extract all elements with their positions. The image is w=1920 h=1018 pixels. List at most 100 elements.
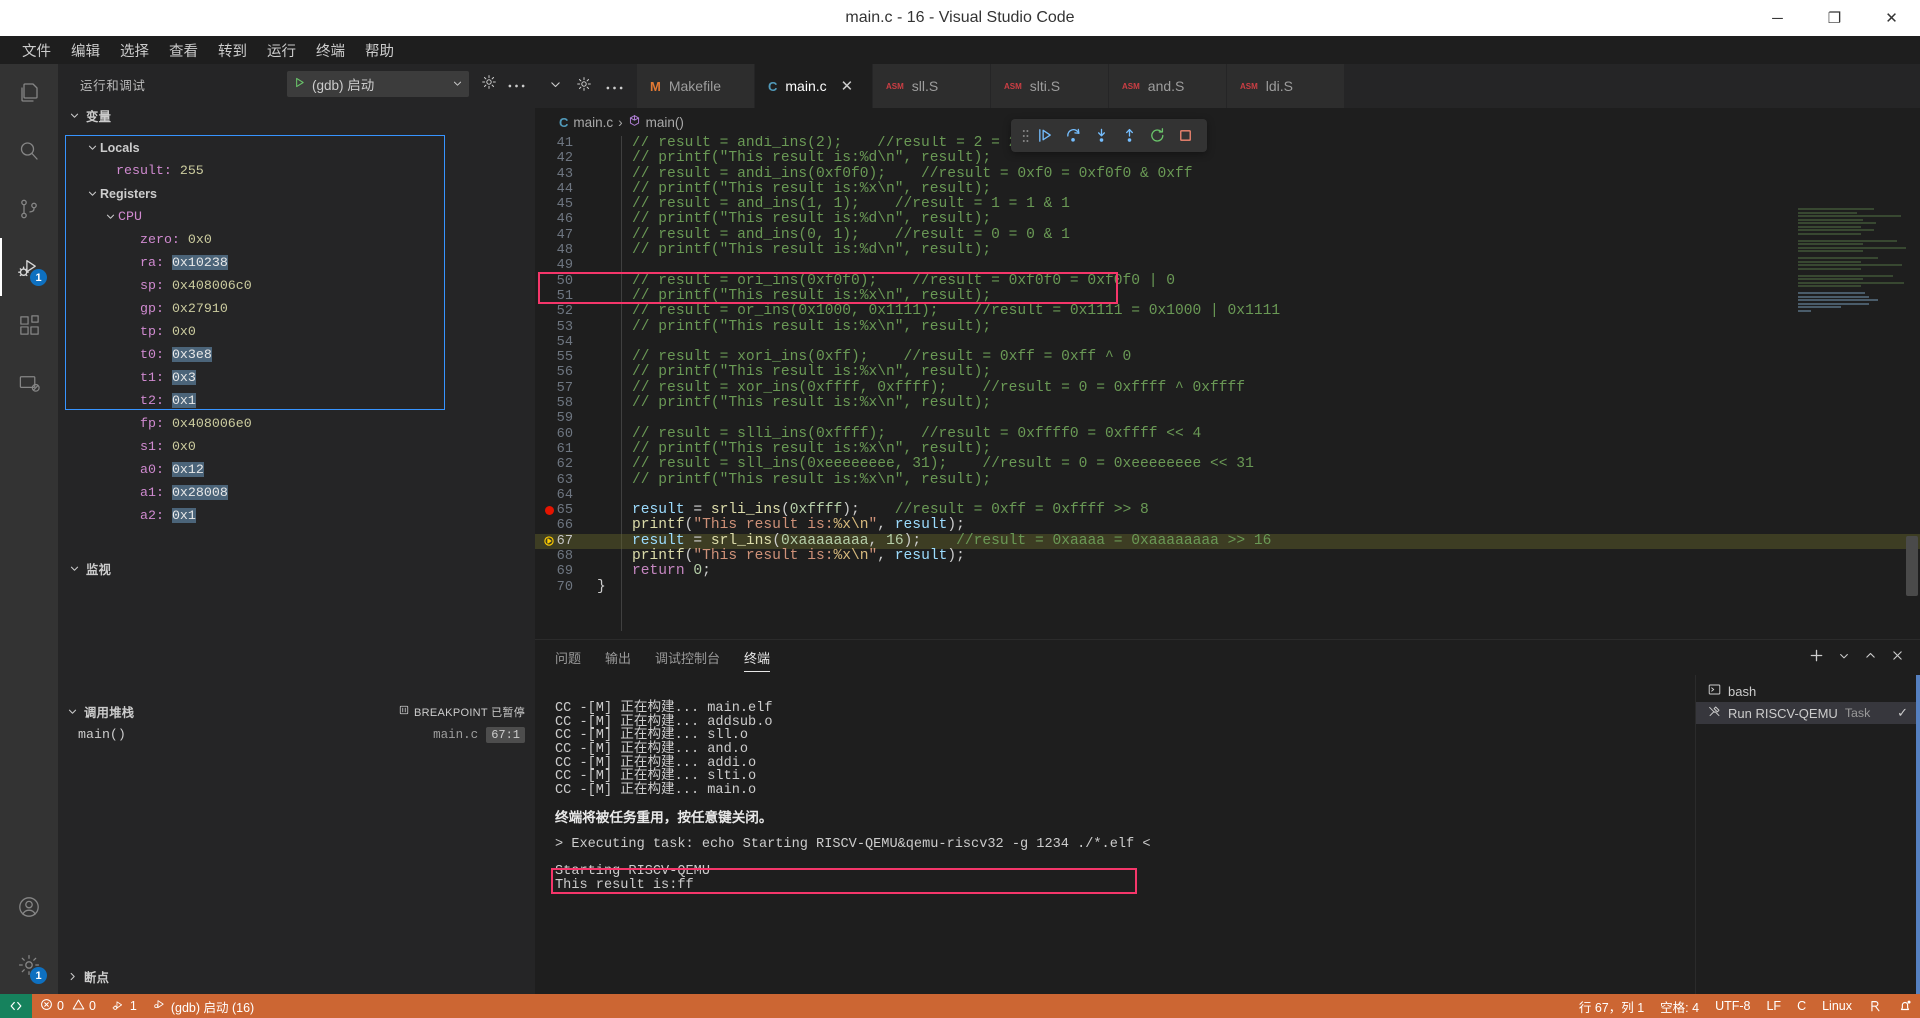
breadcrumb-file[interactable]: main.c bbox=[573, 115, 613, 130]
variable-row-a1[interactable]: a1: 0x28008 bbox=[66, 481, 444, 504]
debug-launch-status[interactable]: (gdb) 启动 (16) bbox=[145, 994, 262, 1018]
editor-scrollbar[interactable] bbox=[1906, 536, 1918, 596]
tab-main-c[interactable]: Cmain.c✕ bbox=[755, 64, 873, 108]
code-line-48[interactable]: 48 // printf("This result is:%d\n", resu… bbox=[535, 243, 1920, 258]
section-variables[interactable]: 变量 bbox=[58, 104, 535, 127]
activity-item-run-and-debug[interactable]: 1 bbox=[0, 238, 58, 296]
variable-row-t1[interactable]: t1: 0x3 bbox=[66, 366, 444, 389]
code-lines[interactable]: 41 // result = andi_ins(2); //result = 2… bbox=[535, 136, 1920, 595]
code-line-69[interactable]: 69 return 0; bbox=[535, 564, 1920, 579]
code-line-70[interactable]: 70} bbox=[535, 580, 1920, 595]
menu-item-6[interactable]: 终端 bbox=[306, 37, 355, 64]
terminal-list-item-0[interactable]: bash bbox=[1696, 680, 1920, 702]
variable-row-a0[interactable]: a0: 0x12 bbox=[66, 458, 444, 481]
code-line-61[interactable]: 61 // printf("This result is:%x\n", resu… bbox=[535, 442, 1920, 457]
debug-toolbar[interactable] bbox=[1011, 119, 1207, 152]
activity-item-accounts[interactable] bbox=[0, 878, 58, 936]
menu-item-0[interactable]: 文件 bbox=[12, 37, 61, 64]
maximize-panel-icon[interactable] bbox=[1864, 649, 1877, 666]
code-line-41[interactable]: 41 // result = andi_ins(2); //result = 2… bbox=[535, 136, 1920, 151]
tab-sll-S[interactable]: ASMsll.S bbox=[873, 64, 991, 108]
variable-row-ra[interactable]: ra: 0x10238 bbox=[66, 251, 444, 274]
launch-config-dropdown[interactable]: (gdb) 启动 bbox=[287, 71, 469, 97]
continue-button[interactable] bbox=[1031, 122, 1059, 150]
menu-item-3[interactable]: 查看 bbox=[159, 37, 208, 64]
section-watch[interactable]: 监视 bbox=[58, 557, 535, 580]
terminal-list-item-1[interactable]: Run RISCV-QEMUTask✓ bbox=[1696, 702, 1920, 724]
new-terminal-icon[interactable] bbox=[1809, 648, 1824, 667]
close-button[interactable]: ✕ bbox=[1863, 0, 1920, 36]
code-line-67[interactable]: 67 result = srl_ins(0xaaaaaaaa, 16); //r… bbox=[535, 534, 1920, 549]
gear-icon[interactable] bbox=[576, 76, 592, 96]
maximize-button[interactable]: ❐ bbox=[1806, 0, 1863, 36]
notifications-icon[interactable] bbox=[1890, 994, 1920, 1018]
activity-item-search[interactable] bbox=[0, 122, 58, 180]
problems-status[interactable]: 0 0 bbox=[32, 994, 104, 1018]
chevron-down-icon[interactable] bbox=[452, 76, 463, 93]
code-line-49[interactable]: 49 bbox=[535, 258, 1920, 273]
variable-row-t0[interactable]: t0: 0x3e8 bbox=[66, 343, 444, 366]
code-line-66[interactable]: 66 printf("This result is:%x\n", result)… bbox=[535, 518, 1920, 533]
step-over-button[interactable] bbox=[1059, 122, 1087, 150]
variable-row-a2[interactable]: a2: 0x1 bbox=[66, 504, 444, 527]
variable-row-fp[interactable]: fp: 0x408006e0 bbox=[66, 412, 444, 435]
code-line-59[interactable]: 59 bbox=[535, 411, 1920, 426]
more-actions-icon[interactable] bbox=[606, 78, 623, 95]
tab-ldi-S[interactable]: ASMldi.S bbox=[1227, 64, 1345, 108]
variable-row-zero[interactable]: zero: 0x0 bbox=[66, 228, 444, 251]
start-debug-icon[interactable] bbox=[293, 76, 306, 93]
code-line-53[interactable]: 53 // printf("This result is:%x\n", resu… bbox=[535, 320, 1920, 335]
line-col-status[interactable]: 行 67，列 1 bbox=[1571, 994, 1652, 1018]
code-editor[interactable]: 41 // result = andi_ins(2); //result = 2… bbox=[535, 136, 1920, 631]
code-line-57[interactable]: 57 // result = xor_ins(0xffff, 0xffff); … bbox=[535, 381, 1920, 396]
close-icon[interactable]: ✕ bbox=[841, 77, 854, 95]
code-line-47[interactable]: 47 // result = and_ins(0, 1); //result =… bbox=[535, 228, 1920, 243]
code-line-43[interactable]: 43 // result = andi_ins(0xf0f0); //resul… bbox=[535, 167, 1920, 182]
panel-tab-0[interactable]: 问题 bbox=[555, 640, 581, 675]
code-line-46[interactable]: 46 // printf("This result is:%d\n", resu… bbox=[535, 212, 1920, 227]
breadcrumb-symbol[interactable]: main() bbox=[646, 115, 684, 130]
code-line-60[interactable]: 60 // result = slli_ins(0xffff); //resul… bbox=[535, 427, 1920, 442]
menu-item-5[interactable]: 运行 bbox=[257, 37, 306, 64]
stop-button[interactable] bbox=[1171, 122, 1199, 150]
code-line-44[interactable]: 44 // printf("This result is:%x\n", resu… bbox=[535, 182, 1920, 197]
callstack-frame-row[interactable]: main() main.c 67:1 bbox=[58, 723, 535, 746]
tab-slti-S[interactable]: ASMslti.S bbox=[991, 64, 1109, 108]
platform-status[interactable]: Linux bbox=[1814, 994, 1860, 1018]
activity-item-settings[interactable]: 1 bbox=[0, 936, 58, 994]
code-line-63[interactable]: 63 // printf("This result is:%x\n", resu… bbox=[535, 473, 1920, 488]
panel-tab-3[interactable]: 终端 bbox=[744, 640, 770, 675]
tab-Makefile[interactable]: MMakefile bbox=[637, 64, 755, 108]
activity-item-source-control[interactable] bbox=[0, 180, 58, 238]
activity-item-remote-explorer[interactable] bbox=[0, 354, 58, 412]
menu-item-2[interactable]: 选择 bbox=[110, 37, 159, 64]
variable-row-s1[interactable]: s1: 0x0 bbox=[66, 435, 444, 458]
section-breakpoints[interactable]: 断点 bbox=[58, 965, 535, 988]
code-line-62[interactable]: 62 // result = sll_ins(0xeeeeeeee, 31); … bbox=[535, 457, 1920, 472]
panel-tab-1[interactable]: 输出 bbox=[605, 640, 631, 675]
code-line-55[interactable]: 55 // result = xori_ins(0xff); //result … bbox=[535, 350, 1920, 365]
tab-and-S[interactable]: ASMand.S bbox=[1109, 64, 1227, 108]
code-line-52[interactable]: 52 // result = or_ins(0x1000, 0x1111); /… bbox=[535, 304, 1920, 319]
code-line-54[interactable]: 54 bbox=[535, 335, 1920, 350]
eol-status[interactable]: LF bbox=[1758, 994, 1789, 1018]
breadcrumb[interactable]: C main.c › main() bbox=[535, 108, 1920, 136]
minimize-button[interactable]: ─ bbox=[1749, 0, 1806, 36]
activity-item-extensions[interactable] bbox=[0, 296, 58, 354]
code-line-64[interactable]: 64 bbox=[535, 488, 1920, 503]
panel-tab-2[interactable]: 调试控制台 bbox=[655, 640, 720, 675]
terminal-output[interactable]: CC -[M] 正在构建... main.elfCC -[M] 正在构建... … bbox=[555, 675, 1660, 994]
drag-handle-icon[interactable] bbox=[1019, 126, 1031, 146]
variables-tree[interactable]: Localsresult: 255RegistersCPUzero: 0x0ra… bbox=[65, 135, 445, 410]
register-group-cpu[interactable]: CPU bbox=[66, 205, 444, 228]
code-line-51[interactable]: 51 // printf("This result is:%x\n", resu… bbox=[535, 289, 1920, 304]
chevron-down-icon[interactable] bbox=[549, 78, 562, 95]
menu-item-1[interactable]: 编辑 bbox=[61, 37, 110, 64]
code-line-68[interactable]: 68 printf("This result is:%x\n", result)… bbox=[535, 549, 1920, 564]
code-line-56[interactable]: 56 // printf("This result is:%x\n", resu… bbox=[535, 365, 1920, 380]
close-panel-icon[interactable] bbox=[1891, 649, 1904, 666]
variable-row-result[interactable]: result: 255 bbox=[66, 159, 444, 182]
encoding-status[interactable]: UTF-8 bbox=[1707, 994, 1758, 1018]
more-actions-icon[interactable] bbox=[508, 76, 525, 93]
code-line-50[interactable]: 50 // result = ori_ins(0xf0f0); //result… bbox=[535, 274, 1920, 289]
